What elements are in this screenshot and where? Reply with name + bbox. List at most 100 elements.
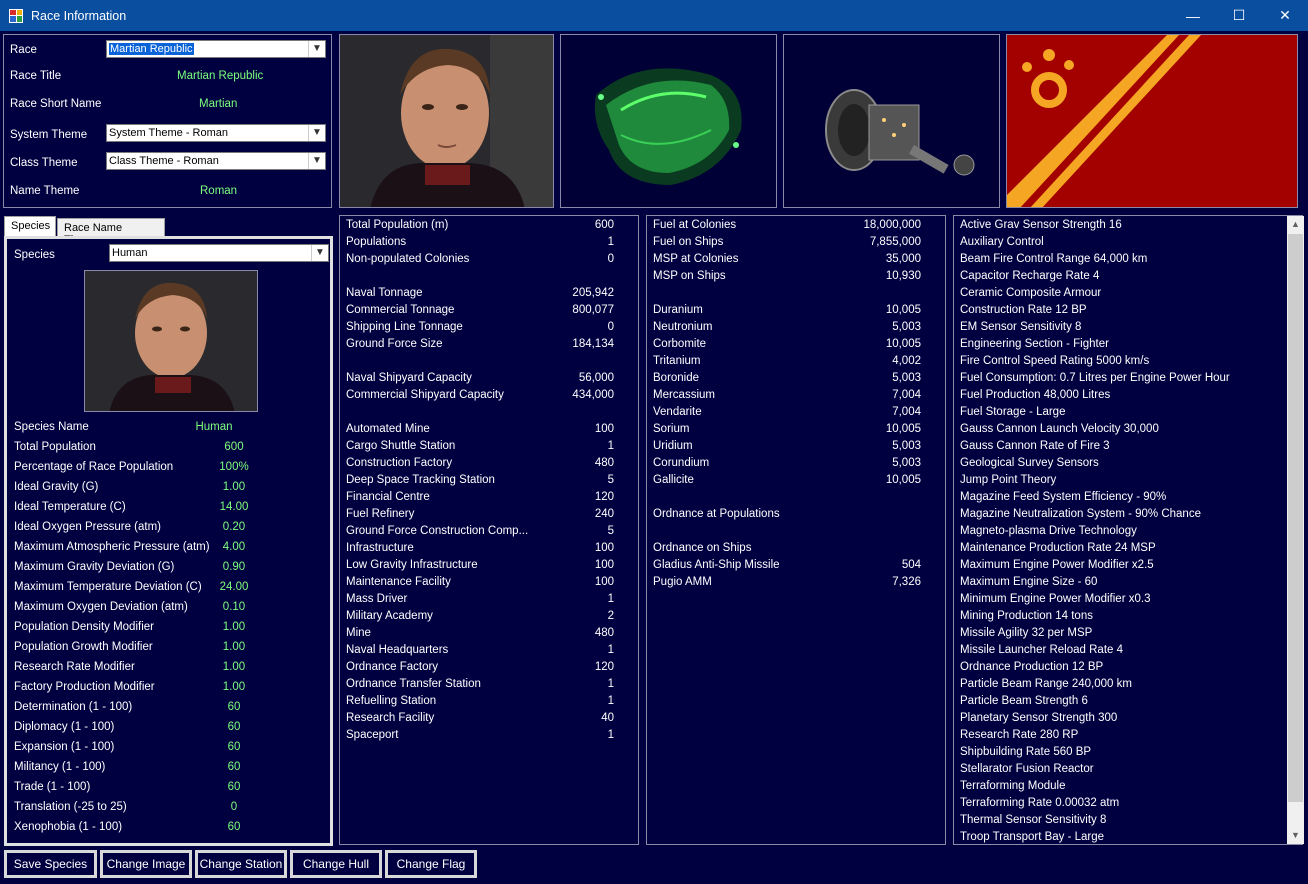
- resource-label: Uridium: [653, 440, 693, 452]
- scroll-thumb[interactable]: [1288, 234, 1303, 802]
- tech-item[interactable]: Fire Control Speed Rating 5000 km/s: [960, 355, 1149, 367]
- tech-item[interactable]: Magazine Neutralization System - 90% Cha…: [960, 508, 1201, 520]
- stat-label: Shipping Line Tonnage: [346, 321, 463, 333]
- species-attribute-value: 0: [230, 801, 238, 813]
- scroll-down-icon[interactable]: ▼: [1287, 827, 1304, 844]
- change-hull-button[interactable]: Change Hull: [290, 850, 382, 878]
- stat-label: Refuelling Station: [346, 695, 437, 707]
- tech-item[interactable]: Gauss Cannon Launch Velocity 30,000: [960, 423, 1159, 435]
- tech-item[interactable]: Ordnance Production 12 BP: [960, 661, 1103, 673]
- race-select[interactable]: Martian Republic ▼: [106, 40, 326, 58]
- species-attribute-value: 60: [227, 701, 241, 713]
- change-station-button[interactable]: Change Station: [195, 850, 287, 878]
- species-attribute-label: Species Name: [14, 421, 89, 433]
- tech-item[interactable]: Fuel Storage - Large: [960, 406, 1065, 418]
- name-theme-value: Roman: [200, 185, 238, 197]
- tech-item[interactable]: Gauss Cannon Rate of Fire 3: [960, 440, 1110, 452]
- resource-label: Duranium: [653, 304, 703, 316]
- tech-item[interactable]: Missile Agility 32 per MSP: [960, 627, 1092, 639]
- tech-item[interactable]: Terraforming Module: [960, 780, 1065, 792]
- stat-label: Maintenance Facility: [346, 576, 451, 588]
- tech-item[interactable]: Magneto-plasma Drive Technology: [960, 525, 1137, 537]
- species-select[interactable]: Human ▼: [109, 244, 329, 262]
- tech-item[interactable]: Fuel Production 48,000 Litres: [960, 389, 1110, 401]
- stat-value: 480: [594, 627, 614, 639]
- stat-label: Total Population (m): [346, 219, 449, 231]
- tech-item[interactable]: Auxiliary Control: [960, 236, 1044, 248]
- species-attribute-label: Maximum Atmospheric Pressure (atm): [14, 541, 210, 553]
- system-theme-select[interactable]: System Theme - Roman ▼: [106, 124, 326, 142]
- tech-item[interactable]: Minimum Engine Power Modifier x0.3: [960, 593, 1150, 605]
- tech-item[interactable]: Capacitor Recharge Rate 4: [960, 270, 1099, 282]
- species-attribute-label: Xenophobia (1 - 100): [14, 821, 123, 833]
- close-button[interactable]: ✕: [1262, 0, 1308, 31]
- tech-item[interactable]: Troop Transport Bay - Large: [960, 831, 1104, 843]
- stat-value: 56,000: [578, 372, 614, 384]
- stat-value: 100: [594, 559, 614, 571]
- stat-label: Ordnance Transfer Station: [346, 678, 481, 690]
- tech-item[interactable]: Maximum Engine Size - 60: [960, 576, 1097, 588]
- species-attribute-label: Population Density Modifier: [14, 621, 154, 633]
- class-theme-select[interactable]: Class Theme - Roman ▼: [106, 152, 326, 170]
- tech-item[interactable]: Terraforming Rate 0.00032 atm: [960, 797, 1119, 809]
- resource-value: 10,005: [885, 304, 921, 316]
- change-flag-button[interactable]: Change Flag: [385, 850, 477, 878]
- species-attribute-label: Population Growth Modifier: [14, 641, 153, 653]
- tech-item[interactable]: Beam Fire Control Range 64,000 km: [960, 253, 1147, 265]
- tech-item[interactable]: Shipbuilding Rate 560 BP: [960, 746, 1091, 758]
- tab-species[interactable]: Species: [4, 216, 56, 238]
- resource-label: Gladius Anti-Ship Missile: [653, 559, 780, 571]
- stat-label: Construction Factory: [346, 457, 453, 469]
- resource-value: 10,005: [885, 423, 921, 435]
- stat-value: 1: [607, 644, 614, 656]
- species-attribute-value: 14.00: [219, 501, 249, 513]
- tab-race-name-themes[interactable]: Race Name Themes: [57, 218, 165, 246]
- tech-item[interactable]: Fuel Consumption: 0.7 Litres per Engine …: [960, 372, 1230, 384]
- resource-value: 7,326: [892, 576, 921, 588]
- station-image: [560, 34, 777, 208]
- stat-label: Commercial Shipyard Capacity: [346, 389, 504, 401]
- scroll-up-icon[interactable]: ▲: [1287, 216, 1304, 233]
- species-attribute-value: 600: [224, 441, 244, 453]
- stat-label: Military Academy: [346, 610, 433, 622]
- stat-label: Mass Driver: [346, 593, 408, 605]
- change-image-button[interactable]: Change Image: [100, 850, 192, 878]
- maximize-button[interactable]: ☐: [1216, 0, 1262, 31]
- tech-item[interactable]: Thermal Sensor Sensitivity 8: [960, 814, 1106, 826]
- chevron-down-icon: ▼: [311, 245, 328, 261]
- resource-label: MSP at Colonies: [653, 253, 739, 265]
- tech-item[interactable]: Particle Beam Range 240,000 km: [960, 678, 1132, 690]
- species-attribute-value: 1.00: [222, 681, 246, 693]
- tech-item[interactable]: Research Rate 280 RP: [960, 729, 1078, 741]
- stat-label: Spaceport: [346, 729, 399, 741]
- resource-label: Fuel at Colonies: [653, 219, 737, 231]
- stat-label: Research Facility: [346, 712, 435, 724]
- tech-item[interactable]: Planetary Sensor Strength 300: [960, 712, 1117, 724]
- minimize-button[interactable]: —: [1170, 0, 1216, 31]
- stat-value: 100: [594, 542, 614, 554]
- species-attribute-value: 1.00: [222, 481, 246, 493]
- tech-item[interactable]: Jump Point Theory: [960, 474, 1056, 486]
- tech-item[interactable]: Construction Rate 12 BP: [960, 304, 1087, 316]
- tech-item[interactable]: Missile Launcher Reload Rate 4: [960, 644, 1123, 656]
- tech-item[interactable]: Magazine Feed System Efficiency - 90%: [960, 491, 1166, 503]
- species-attribute-value: 60: [227, 761, 241, 773]
- race-panel: [3, 34, 332, 208]
- save-species-button[interactable]: Save Species: [4, 850, 97, 878]
- tech-scrollbar[interactable]: ▲ ▼: [1287, 216, 1304, 844]
- stat-value: 600: [594, 219, 614, 231]
- tech-item[interactable]: Particle Beam Strength 6: [960, 695, 1088, 707]
- tech-item[interactable]: Maintenance Production Rate 24 MSP: [960, 542, 1156, 554]
- tech-item[interactable]: Maximum Engine Power Modifier x2.5: [960, 559, 1154, 571]
- tech-item[interactable]: Ceramic Composite Armour: [960, 287, 1101, 299]
- tech-item[interactable]: Stellarator Fusion Reactor: [960, 763, 1094, 775]
- tech-item[interactable]: Active Grav Sensor Strength 16: [960, 219, 1122, 231]
- resource-value: 10,005: [885, 338, 921, 350]
- tech-item[interactable]: Geological Survey Sensors: [960, 457, 1099, 469]
- tech-item[interactable]: EM Sensor Sensitivity 8: [960, 321, 1081, 333]
- species-attribute-label: Percentage of Race Population: [14, 461, 174, 473]
- tech-item[interactable]: Engineering Section - Fighter: [960, 338, 1109, 350]
- stat-value: 184,134: [572, 338, 614, 350]
- tech-item[interactable]: Mining Production 14 tons: [960, 610, 1093, 622]
- stat-value: 40: [601, 712, 614, 724]
